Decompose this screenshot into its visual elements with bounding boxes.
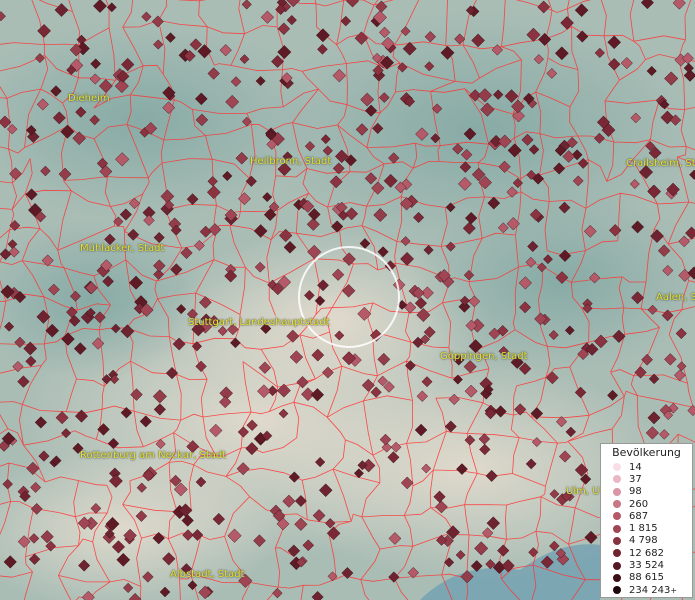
- legend-swatch: [613, 536, 621, 545]
- population-legend: Bevölkerung 14 37 98 260 687 1 815 4 798…: [600, 443, 693, 598]
- legend-swatch: [613, 573, 621, 582]
- legend-item: 14: [601, 461, 692, 473]
- legend-item: 687: [601, 510, 692, 522]
- legend-swatch: [613, 561, 621, 570]
- legend-item: 12 682: [601, 547, 692, 559]
- legend-item: 1 815: [601, 522, 692, 534]
- legend-swatch: [613, 463, 621, 472]
- map-canvas[interactable]: [0, 0, 695, 600]
- legend-item: 37: [601, 473, 692, 485]
- city-label: Stuttgart, Landeshauptstadt: [188, 317, 330, 328]
- legend-item: 98: [601, 486, 692, 498]
- legend-item: 33 524: [601, 559, 692, 571]
- legend-label: 4 798: [629, 535, 658, 547]
- city-label: Göppingen, Stadt: [440, 351, 528, 362]
- legend-swatch: [613, 500, 621, 509]
- legend-item: 4 798: [601, 535, 692, 547]
- city-label: Rottenburg am Neckar, Stadt: [80, 450, 227, 461]
- city-label: Albstadt, Stadt: [170, 569, 245, 580]
- city-label: Dieheim: [68, 93, 110, 104]
- legend-label: 88 615: [629, 572, 664, 584]
- legend-item: 234 243 +: [601, 584, 692, 596]
- legend-swatch: [613, 487, 621, 496]
- legend-label: 1 815: [629, 523, 658, 535]
- city-label: Ulm, U: [566, 486, 600, 497]
- legend-label: 98: [629, 486, 642, 498]
- legend-label: 37: [629, 473, 642, 485]
- legend-label: 687: [629, 510, 649, 522]
- legend-label: 12 682: [629, 547, 664, 559]
- legend-swatch: [613, 512, 621, 521]
- legend-swatch: [613, 524, 621, 533]
- legend-label: 33 524: [629, 560, 664, 572]
- city-label: Aalen, Stadt: [656, 292, 695, 303]
- city-label: Mühlacker, Stadt: [80, 243, 165, 254]
- city-label: Heilbronn, Stadt: [250, 156, 332, 167]
- legend-more-marker: +: [670, 585, 678, 595]
- legend-label: 260: [629, 498, 649, 510]
- city-label: Crailsheim, Stadt: [626, 158, 695, 169]
- legend-item: 88 615: [601, 572, 692, 584]
- legend-label: 14: [629, 461, 642, 473]
- legend-item: 260: [601, 498, 692, 510]
- legend-swatch: [613, 586, 621, 595]
- legend-title: Bevölkerung: [612, 446, 681, 459]
- legend-label: 234 243: [629, 584, 671, 596]
- legend-swatch: [613, 549, 621, 558]
- legend-swatch: [613, 475, 621, 484]
